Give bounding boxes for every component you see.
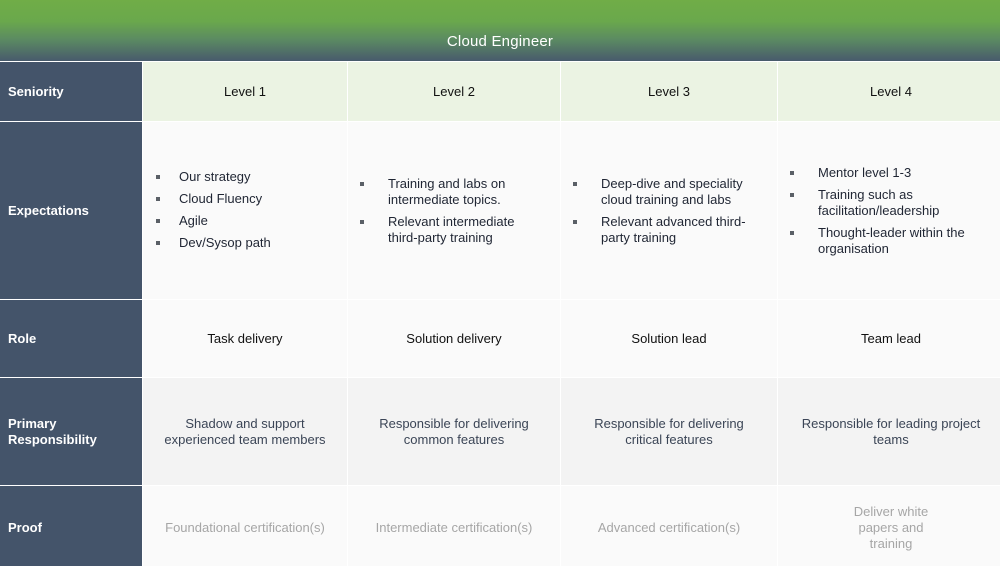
responsibility-cell: Responsible for delivering critical feat… — [561, 378, 777, 485]
proof-cell: Foundational certification(s) — [143, 486, 347, 566]
role-cell: Task delivery — [143, 300, 347, 377]
proof-cell: Intermediate certification(s) — [348, 486, 560, 566]
row-label-role: Role — [0, 300, 142, 377]
list-item: Training and labs on intermediate topics… — [360, 176, 530, 208]
expectations-list: Mentor level 1-3 Training such as facili… — [790, 159, 984, 263]
responsibility-cell: Responsible for leading project teams — [778, 378, 1000, 485]
level-header: Level 4 — [778, 62, 1000, 121]
expectations-cell-level-4: Mentor level 1-3 Training such as facili… — [778, 122, 1000, 299]
title-bar: Cloud Engineer — [0, 0, 1000, 61]
row-label-primary-responsibility: Primary Responsibility — [0, 378, 142, 485]
bullet-icon — [790, 170, 794, 175]
bullet-icon — [156, 219, 160, 223]
list-item: Cloud Fluency — [156, 191, 271, 207]
list-item: Deep-dive and speciality cloud training … — [573, 176, 749, 208]
list-item: Relevant advanced third-party training — [573, 214, 749, 246]
proof-cell: Deliver white papers and training — [778, 486, 1000, 566]
list-item: Dev/Sysop path — [156, 235, 271, 251]
bullet-icon — [790, 230, 794, 235]
bullet-icon — [573, 181, 577, 186]
level-header: Level 2 — [348, 62, 560, 121]
row-label-seniority: Seniority — [0, 62, 142, 121]
responsibility-cell: Shadow and support experienced team memb… — [143, 378, 347, 485]
responsibility-cell: Responsible for delivering common featur… — [348, 378, 560, 485]
list-item: Our strategy — [156, 169, 271, 185]
expectations-list: Deep-dive and speciality cloud training … — [573, 170, 749, 252]
bullet-icon — [790, 192, 794, 197]
career-matrix-table: Seniority Level 1 Level 2 Level 3 Level … — [0, 62, 1000, 566]
list-item: Agile — [156, 213, 271, 229]
bullet-icon — [156, 241, 160, 245]
list-item: Mentor level 1-3 — [790, 165, 984, 181]
bullet-icon — [573, 219, 577, 224]
expectations-list: Our strategy Cloud Fluency Agile Dev/Sys… — [156, 164, 271, 257]
bullet-icon — [156, 175, 160, 179]
role-cell: Solution lead — [561, 300, 777, 377]
bullet-icon — [360, 219, 364, 224]
page-title: Cloud Engineer — [446, 33, 554, 50]
expectations-cell-level-2: Training and labs on intermediate topics… — [348, 122, 560, 299]
expectations-cell-level-3: Deep-dive and speciality cloud training … — [561, 122, 777, 299]
role-cell: Team lead — [778, 300, 1000, 377]
list-item: Relevant intermediate third-party traini… — [360, 214, 530, 246]
expectations-cell-level-1: Our strategy Cloud Fluency Agile Dev/Sys… — [143, 122, 347, 299]
bullet-icon — [360, 181, 364, 186]
list-item: Training such as facilitation/leadership — [790, 187, 984, 219]
level-header: Level 3 — [561, 62, 777, 121]
list-item: Thought-leader within the organisation — [790, 225, 984, 257]
role-cell: Solution delivery — [348, 300, 560, 377]
row-label-proof: Proof — [0, 486, 142, 566]
expectations-list: Training and labs on intermediate topics… — [360, 170, 530, 252]
bullet-icon — [156, 197, 160, 201]
level-header: Level 1 — [143, 62, 347, 121]
proof-cell: Advanced certification(s) — [561, 486, 777, 566]
row-label-expectations: Expectations — [0, 122, 142, 299]
